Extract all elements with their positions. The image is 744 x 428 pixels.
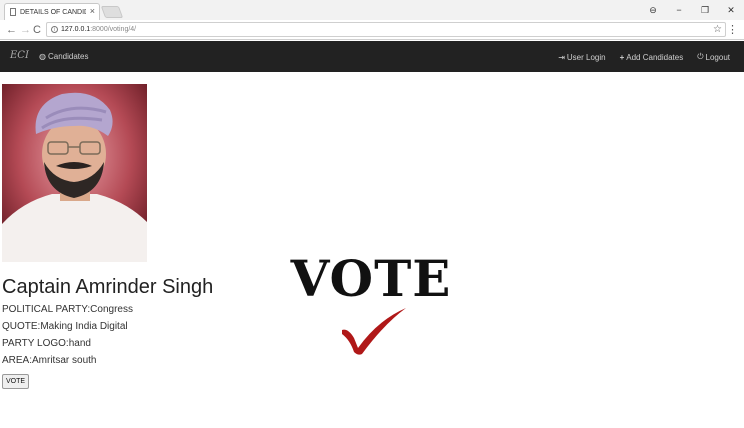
checkmark-icon (342, 308, 406, 355)
power-icon: ⏻ (697, 52, 704, 61)
address-bar[interactable]: i 127.0.0.1:8000/voting/4/ ☆ (46, 22, 726, 37)
minimize-button[interactable]: − (666, 5, 692, 15)
tab-title: DETAILS OF CANDIDATE (20, 8, 86, 16)
browser-menu-button[interactable]: ⋮ (727, 23, 738, 37)
bookmark-star-icon[interactable]: ☆ (713, 24, 722, 35)
candidate-photo (2, 84, 147, 262)
browser-tab[interactable]: DETAILS OF CANDIDATE × (4, 3, 100, 20)
reload-button[interactable]: C (33, 23, 41, 37)
add-candidates-label: Add Candidates (626, 52, 684, 62)
forward-button[interactable]: → (20, 23, 31, 37)
political-party: POLITICAL PARTY:Congress (2, 304, 133, 315)
app-navbar: ECI ◍ Candidates ⇥ User Login + Add Cand… (0, 41, 744, 72)
user-login-link[interactable]: ⇥ User Login (558, 52, 605, 62)
plus-icon: + (619, 52, 625, 62)
url-path: :8000/voting/4/ (90, 26, 137, 33)
candidate-name: Captain Amrinder Singh (2, 276, 214, 298)
login-icon: ⇥ (558, 52, 565, 62)
candidate-area: AREA:Amritsar south (2, 355, 97, 366)
browser-tab-strip: DETAILS OF CANDIDATE × ⊖ − ❐ ✕ (0, 0, 744, 20)
close-window-button[interactable]: ✕ (718, 5, 744, 16)
logout-link[interactable]: ⏻ Logout (697, 52, 730, 62)
url-host: 127.0.0.1 (61, 26, 91, 33)
globe-icon: ◍ (39, 52, 46, 61)
add-candidates-link[interactable]: + Add Candidates (620, 52, 684, 62)
tab-close-button[interactable]: × (90, 6, 95, 16)
browser-toolbar: ← → C i 127.0.0.1:8000/voting/4/ ☆ ⋮ (0, 20, 744, 40)
restore-button[interactable]: ❐ (692, 5, 718, 16)
vote-graphic-text: VOTE (290, 250, 452, 308)
new-tab-button[interactable] (100, 6, 124, 18)
party-logo: PARTY LOGO:hand (2, 338, 91, 349)
vote-button[interactable]: VOTE (2, 374, 29, 389)
user-login-label: User Login (566, 52, 606, 62)
candidate-quote: QUOTE:Making India Digital (2, 321, 128, 332)
nav-candidates-link[interactable]: ◍ Candidates (39, 52, 88, 61)
document-icon (10, 8, 16, 16)
window-controls: ⊖ − ❐ ✕ (640, 0, 744, 20)
nav-candidates-label: Candidates (47, 52, 89, 61)
account-icon[interactable]: ⊖ (640, 5, 666, 16)
vote-graphic: VOTE (288, 249, 454, 360)
info-icon[interactable]: i (51, 26, 58, 33)
brand-logo[interactable]: ECI (10, 50, 29, 61)
nav-right-group: ⇥ User Login + Add Candidates ⏻ Logout (558, 52, 730, 62)
logout-label: Logout (705, 52, 730, 62)
back-button[interactable]: ← (6, 23, 17, 37)
